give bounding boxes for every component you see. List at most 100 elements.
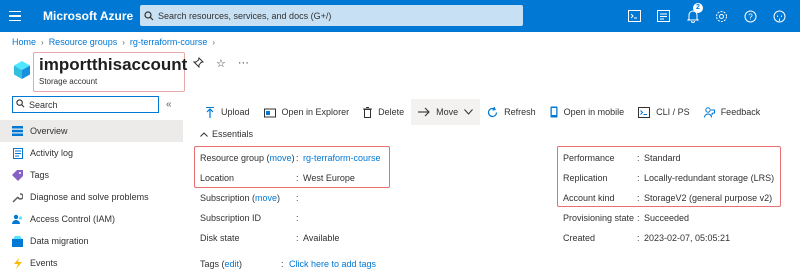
global-search-input[interactable]: Search resources, services, and docs (G+… [140, 5, 523, 26]
brand-title[interactable]: Microsoft Azure [43, 9, 138, 23]
colon: : [637, 173, 640, 183]
cloud-shell-icon[interactable] [620, 0, 649, 32]
svg-text:?: ? [748, 12, 753, 21]
open-in-explorer-label: Open in Explorer [281, 107, 350, 117]
refresh-button[interactable]: Refresh [480, 99, 543, 125]
provisioning-state-value: Succeeded [644, 213, 690, 223]
resource-group-value-link[interactable]: rg-terraform-course [303, 153, 381, 163]
prop-tags: Tags (edit) [200, 259, 243, 269]
created-label: Created [563, 233, 596, 243]
colon: : [637, 213, 640, 223]
essentials-label: Essentials [212, 129, 254, 139]
disk-state-label: Disk state [200, 233, 240, 243]
sidebar-item-label: Access Control (IAM) [30, 214, 116, 224]
chevron-up-icon [200, 129, 208, 139]
sidebar-item-overview[interactable]: Overview [0, 120, 183, 142]
chevron-right-icon: › [212, 37, 216, 47]
open-in-explorer-button[interactable]: Open in Explorer [257, 99, 357, 125]
collapse-sidebar-icon[interactable]: « [166, 99, 172, 110]
lightning-icon [12, 257, 23, 269]
data-migration-icon [12, 235, 23, 247]
move-dropdown-button[interactable]: Move [411, 99, 481, 125]
colon: : [296, 193, 299, 203]
sidebar-item-label: Diagnose and solve problems [30, 192, 149, 202]
subscription-id-label: Subscription ID [200, 213, 262, 223]
performance-label: Performance [563, 153, 615, 163]
resource-type: Storage account [39, 77, 98, 86]
location-label: Location [200, 173, 235, 183]
replication-value: Locally-redundant storage (LRS) [644, 173, 775, 183]
notification-badge: 2 [693, 3, 703, 13]
chevron-down-icon [464, 107, 473, 117]
replication-label: Replication [563, 173, 608, 183]
sidebar-item-events[interactable]: Events [0, 252, 183, 273]
colon: : [281, 259, 284, 269]
feedback-smile-icon[interactable] [765, 0, 794, 32]
help-icon[interactable]: ? [736, 0, 765, 32]
tag-icon [12, 169, 23, 181]
refresh-icon [487, 106, 498, 118]
storage-explorer-icon [263, 107, 276, 118]
sidebar-item-data-migration[interactable]: Data migration [0, 230, 183, 252]
resource-group-move-link[interactable]: move [270, 153, 292, 163]
mobile-icon [550, 106, 558, 118]
gear-icon[interactable] [707, 0, 736, 32]
delete-button[interactable]: Delete [356, 99, 411, 125]
disk-state-value: Available [303, 233, 340, 243]
sidebar-search-placeholder: Search [29, 99, 58, 110]
global-search-placeholder: Search resources, services, and docs (G+… [158, 10, 332, 21]
essentials-toggle[interactable]: Essentials [200, 129, 253, 139]
cli-ps-label: CLI / PS [656, 107, 690, 117]
breadcrumb-resource-group[interactable]: rg-terraform-course [130, 37, 208, 47]
feedback-icon [703, 106, 715, 118]
colon: : [296, 213, 299, 223]
sidebar-item-activity-log[interactable]: Activity log [0, 142, 183, 164]
arrow-right-icon [418, 107, 430, 117]
sidebar-item-label: Activity log [30, 148, 74, 158]
add-tags-link[interactable]: Click here to add tags [289, 259, 376, 269]
breadcrumb-resource-groups[interactable]: Resource groups [49, 37, 118, 47]
menu-icon[interactable] [0, 0, 30, 32]
open-in-mobile-button[interactable]: Open in mobile [543, 99, 632, 125]
colon: : [637, 233, 640, 243]
notifications-icon[interactable]: 2 [678, 0, 707, 32]
feedback-button[interactable]: Feedback [697, 99, 768, 125]
sidebar-item-label: Events [30, 258, 58, 268]
pin-icon[interactable] [192, 57, 204, 71]
sidebar-item-diagnose[interactable]: Diagnose and solve problems [0, 186, 183, 208]
page-title: importthisaccount [39, 55, 188, 74]
chevron-right-icon: › [122, 37, 125, 47]
wrench-icon [12, 192, 23, 203]
upload-button[interactable]: Upload [198, 99, 257, 125]
cli-ps-button[interactable]: CLI / PS [631, 99, 697, 125]
star-icon[interactable]: ☆ [216, 57, 226, 71]
sidebar-item-iam[interactable]: Access Control (IAM) [0, 208, 183, 230]
resource-group-label: Resource group [200, 153, 265, 163]
account-kind-label: Account kind [563, 193, 615, 203]
breadcrumb-home[interactable]: Home [12, 37, 36, 47]
upload-label: Upload [221, 107, 250, 117]
cli-icon [638, 106, 651, 118]
top-bar: Microsoft Azure Search resources, servic… [0, 0, 800, 32]
tags-edit-link[interactable]: edit [225, 259, 240, 269]
sidebar-item-tags[interactable]: Tags [0, 164, 183, 186]
sidebar-search-input[interactable]: Search [12, 96, 159, 113]
directory-filter-icon[interactable] [649, 0, 678, 32]
people-icon [12, 214, 23, 225]
sidebar-item-label: Data migration [30, 236, 89, 246]
provisioning-state-label: Provisioning state [563, 213, 635, 223]
sidebar-item-label: Overview [30, 126, 68, 136]
resource-title-block: importthisaccount Storage account [33, 52, 188, 92]
feedback-label: Feedback [720, 107, 761, 117]
more-options-icon[interactable]: ··· [238, 57, 249, 71]
subscription-move-link[interactable]: move [255, 193, 277, 203]
prop-subscription: Subscription (move) [200, 193, 281, 203]
delete-label: Delete [378, 107, 405, 117]
search-icon [140, 10, 158, 21]
search-icon [16, 99, 25, 110]
colon: : [637, 193, 640, 203]
performance-value: Standard [644, 153, 681, 163]
prop-resource-group: Resource group (move) [200, 153, 295, 163]
colon: : [637, 153, 640, 163]
activity-log-icon [12, 147, 23, 159]
